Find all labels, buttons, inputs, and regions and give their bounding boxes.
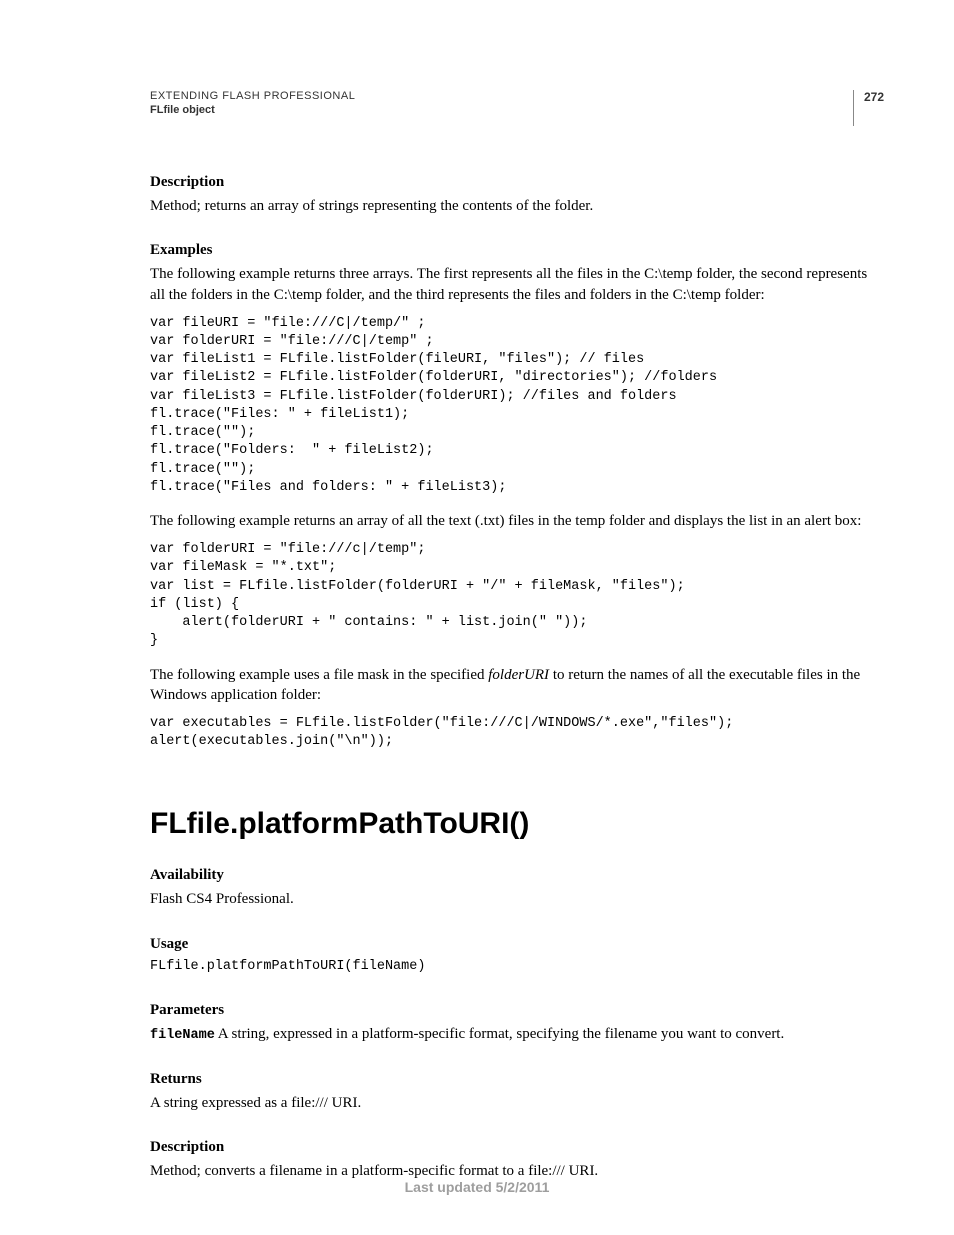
parameter-line: fileName A string, expressed in a platfo… <box>150 1024 884 1045</box>
usage-heading: Usage <box>150 936 884 953</box>
page-header: EXTENDING FLASH PROFESSIONAL FLfile obje… <box>150 90 884 126</box>
description2-heading: Description <box>150 1139 884 1156</box>
examples-intro-2: The following example returns an array o… <box>150 511 884 531</box>
usage-code: FLfile.platformPathToURI(fileName) <box>150 958 884 976</box>
header-left: EXTENDING FLASH PROFESSIONAL FLfile obje… <box>150 90 355 116</box>
footer-updated: Last updated 5/2/2011 <box>0 1179 954 1195</box>
param-name-filename: fileName <box>150 1028 215 1043</box>
code-block-3: var executables = FLfile.listFolder("fil… <box>150 715 884 751</box>
doc-section: FLfile object <box>150 104 355 116</box>
code-block-1: var fileURI = "file:///C|/temp/" ; var f… <box>150 315 884 497</box>
examples-intro-3: The following example uses a file mask i… <box>150 665 884 706</box>
param-desc: A string, expressed in a platform-specif… <box>215 1026 784 1042</box>
description-text: Method; returns an array of strings repr… <box>150 196 884 216</box>
availability-heading: Availability <box>150 867 884 884</box>
italic-folderuri: folderURI <box>488 667 549 683</box>
code-block-2: var folderURI = "file:///c|/temp"; var f… <box>150 541 884 650</box>
returns-text: A string expressed as a file:/// URI. <box>150 1093 884 1113</box>
page-number: 272 <box>853 90 884 126</box>
description-heading: Description <box>150 174 884 191</box>
returns-heading: Returns <box>150 1071 884 1088</box>
availability-text: Flash CS4 Professional. <box>150 889 884 909</box>
method-title: FLfile.platformPathToURI() <box>150 807 884 841</box>
examples-heading: Examples <box>150 242 884 259</box>
examples-intro-1: The following example returns three arra… <box>150 264 884 305</box>
text-run: The following example uses a file mask i… <box>150 667 488 683</box>
doc-title: EXTENDING FLASH PROFESSIONAL <box>150 90 355 102</box>
parameters-heading: Parameters <box>150 1002 884 1019</box>
